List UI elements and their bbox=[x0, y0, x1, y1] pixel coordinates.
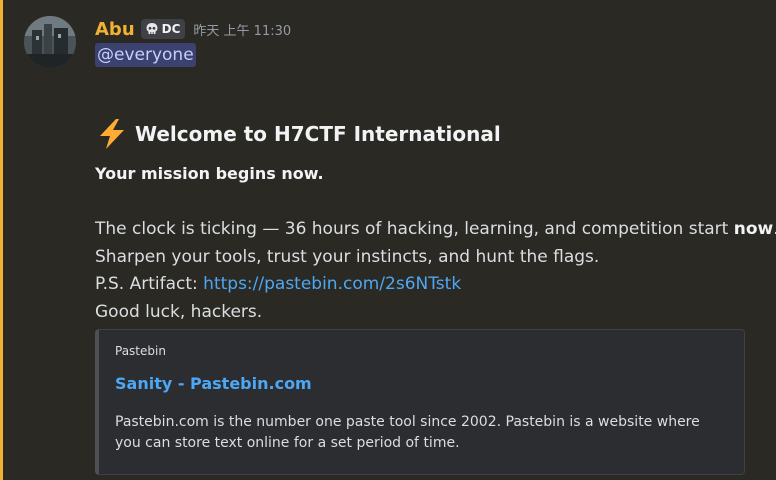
artifact-line: P.S. Artifact: https://pastebin.com/2s6N… bbox=[95, 272, 461, 296]
message-header: Abu DC 昨天 上午 11:30 bbox=[95, 16, 291, 42]
heading-title: Welcome to H7CTF International bbox=[135, 122, 501, 146]
username[interactable]: Abu bbox=[95, 19, 135, 40]
message-timestamp[interactable]: 昨天 上午 11:30 bbox=[193, 20, 291, 39]
clock-line-text: The clock is ticking — 36 hours of hacki… bbox=[95, 219, 734, 239]
embed-title-link[interactable]: Sanity - Pastebin.com bbox=[115, 374, 312, 393]
server-tag-badge[interactable]: DC bbox=[140, 19, 186, 39]
tools-line: Sharpen your tools, trust your instincts… bbox=[95, 247, 600, 267]
avatar-image bbox=[24, 16, 76, 68]
embed-description: Pastebin.com is the number one paste too… bbox=[115, 414, 700, 451]
mission-line: Your mission begins now. bbox=[95, 164, 324, 183]
artifact-link[interactable]: https://pastebin.com/2s6NTstk bbox=[203, 274, 461, 294]
avatar[interactable] bbox=[24, 16, 76, 68]
skull-icon bbox=[146, 23, 158, 34]
message-heading: Welcome to H7CTF International bbox=[95, 118, 501, 150]
link-embed: Pastebin Sanity - Pastebin.com Pastebin.… bbox=[95, 329, 745, 475]
lightning-icon bbox=[100, 119, 124, 149]
clock-line-emphasis: now bbox=[733, 219, 774, 239]
server-tag-label: DC bbox=[161, 22, 181, 36]
artifact-label: P.S. Artifact: bbox=[95, 274, 204, 294]
everyone-mention[interactable]: @everyone bbox=[95, 43, 196, 67]
luck-line: Good luck, hackers. bbox=[95, 302, 263, 322]
embed-provider[interactable]: Pastebin bbox=[115, 344, 166, 358]
clock-line: The clock is ticking — 36 hours of hacki… bbox=[95, 217, 776, 241]
